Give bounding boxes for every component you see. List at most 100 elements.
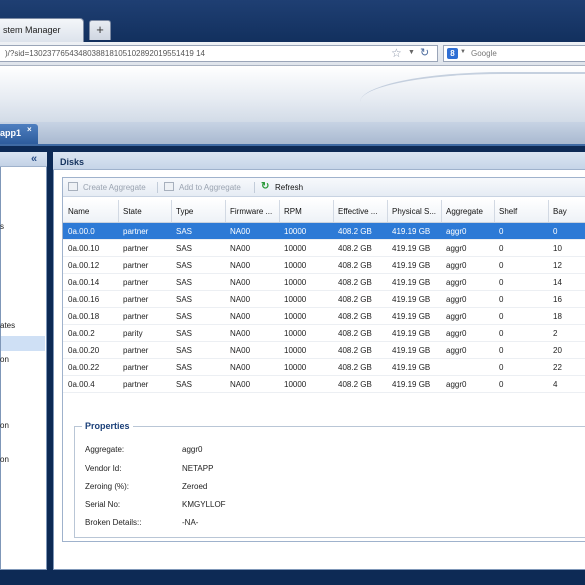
table-cell: SAS (176, 380, 193, 389)
table-cell: 408.2 GB (338, 227, 372, 236)
table-cell: 10000 (284, 363, 307, 372)
table-cell: aggr0 (446, 312, 467, 321)
table-cell: 12 (553, 261, 562, 270)
column-header[interactable]: Type (176, 207, 193, 216)
table-cell: NA00 (230, 227, 251, 236)
column-header[interactable]: Name (68, 207, 89, 216)
table-cell: aggr0 (446, 295, 467, 304)
table-cell: NA00 (230, 278, 251, 287)
table-cell: 10000 (284, 346, 307, 355)
column-divider[interactable] (279, 200, 280, 222)
table-cell: partner (123, 380, 149, 389)
table-cell: 0 (553, 227, 558, 236)
column-divider[interactable] (225, 200, 226, 222)
table-cell: 0 (499, 278, 504, 287)
table-cell: 0 (499, 227, 504, 236)
table-cell: partner (123, 278, 149, 287)
column-divider[interactable] (441, 200, 442, 222)
column-header[interactable]: RPM (284, 207, 302, 216)
table-cell: 0a.00.4 (68, 380, 95, 389)
column-divider[interactable] (494, 200, 495, 222)
table-row[interactable]: 0a.00.14 partner SAS NA00 10000 408.2 GB 419.1… (63, 274, 585, 291)
column-header[interactable]: Bay (553, 207, 567, 216)
table-cell: aggr0 (446, 244, 467, 253)
reload-icon[interactable]: ↻ (420, 46, 429, 59)
collapse-icon[interactable]: « (31, 153, 37, 165)
nav-item[interactable]: on (0, 355, 9, 364)
table-cell: partner (123, 295, 149, 304)
column-header[interactable]: Effective ... (338, 207, 377, 216)
table-row[interactable]: 0a.00.4 partner SAS NA00 10000 408.2 GB 419.19… (63, 376, 585, 393)
property-value: KMGYLLOF (182, 500, 226, 509)
table-cell: 408.2 GB (338, 244, 372, 253)
table-row[interactable]: 0a.00.2 parity SAS NA00 10000 408.2 GB 419.19 … (63, 325, 585, 342)
table-cell: NA00 (230, 346, 251, 355)
url-bar[interactable]: )/?sid=130237765434803881810510289201955… (0, 45, 438, 62)
column-divider[interactable] (171, 200, 172, 222)
column-header[interactable]: Aggregate (446, 207, 483, 216)
table-cell: parity (123, 329, 143, 338)
table-row[interactable]: 0a.00.18 partner SAS NA00 10000 408.2 GB 419.1… (63, 308, 585, 325)
properties-fieldset (74, 426, 585, 538)
refresh-icon[interactable]: ↻ (261, 181, 269, 192)
table-cell: SAS (176, 295, 193, 304)
table-row[interactable]: 0a.00.12 partner SAS NA00 10000 408.2 GB 419.1… (63, 257, 585, 274)
column-divider[interactable] (333, 200, 334, 222)
table-cell: partner (123, 346, 149, 355)
table-cell: 16 (553, 295, 562, 304)
bookmark-star-icon[interactable]: ☆ (391, 46, 402, 60)
table-row[interactable]: 0a.00.22 partner SAS NA00 10000 408.2 GB 419.1… (63, 359, 585, 376)
table-cell: partner (123, 244, 149, 253)
nav-item[interactable]: on (0, 421, 9, 430)
column-header[interactable]: Firmware ... (230, 207, 272, 216)
nav-item[interactable]: on (0, 455, 9, 464)
create-aggregate-button[interactable]: Create Aggregate (83, 183, 146, 192)
toolbar-divider (157, 182, 158, 193)
nav-item[interactable]: s (0, 222, 4, 231)
property-label: Aggregate: (85, 445, 125, 454)
table-cell: 408.2 GB (338, 380, 372, 389)
table-row[interactable]: 0a.00.20 partner SAS NA00 10000 408.2 GB 419.1… (63, 342, 585, 359)
table-cell: NA00 (230, 363, 251, 372)
app-tab[interactable]: app1 × (0, 124, 38, 144)
table-cell: 20 (553, 346, 562, 355)
add-to-aggregate-button[interactable]: Add to Aggregate (179, 183, 241, 192)
url-dropdown-icon[interactable]: ▼ (408, 49, 415, 56)
table-cell: NA00 (230, 244, 251, 253)
column-header[interactable]: Physical S... (392, 207, 436, 216)
table-cell: 18 (553, 312, 562, 321)
browser-tab[interactable]: stem Manager (0, 18, 84, 42)
table-cell: 408.2 GB (338, 261, 372, 270)
table-cell: 0a.00.14 (68, 278, 100, 287)
close-icon[interactable]: × (27, 125, 32, 134)
table-cell: 10000 (284, 227, 307, 236)
disk-toolbar: Create Aggregate Add to Aggregate ↻ Refr… (63, 178, 585, 197)
property-label: Vendor Id: (85, 464, 122, 473)
google-icon[interactable]: 8 (447, 48, 458, 59)
column-divider[interactable] (118, 200, 119, 222)
table-cell: 0a.00.22 (68, 363, 100, 372)
column-header[interactable]: Shelf (499, 207, 517, 216)
column-divider[interactable] (387, 200, 388, 222)
nav-item[interactable]: ates (0, 321, 15, 330)
refresh-button[interactable]: Refresh (275, 183, 303, 192)
column-divider[interactable] (548, 200, 549, 222)
table-row[interactable]: 0a.00.0 partner SAS NA00 10000 408.2 GB 419.19… (63, 223, 585, 240)
table-cell: SAS (176, 312, 193, 321)
column-header[interactable]: State (123, 207, 142, 216)
table-cell: NA00 (230, 312, 251, 321)
new-tab-button[interactable]: + (89, 20, 111, 40)
search-bar[interactable]: 8 ▼ Google (443, 45, 585, 62)
table-cell: aggr0 (446, 346, 467, 355)
table-cell: 0 (499, 244, 504, 253)
table-cell: 419.19 GB (392, 278, 431, 287)
partial-row (63, 393, 585, 403)
table-cell: 10000 (284, 261, 307, 270)
nav-selected-highlight (1, 336, 45, 351)
search-engine-dropdown-icon[interactable]: ▼ (460, 49, 466, 55)
table-row[interactable]: 0a.00.16 partner SAS NA00 10000 408.2 GB 419.1… (63, 291, 585, 308)
table-row[interactable]: 0a.00.10 partner SAS NA00 10000 408.2 GB 419.1… (63, 240, 585, 257)
table-cell: aggr0 (446, 278, 467, 287)
table-cell: 0a.00.18 (68, 312, 100, 321)
table-cell: 10000 (284, 312, 307, 321)
